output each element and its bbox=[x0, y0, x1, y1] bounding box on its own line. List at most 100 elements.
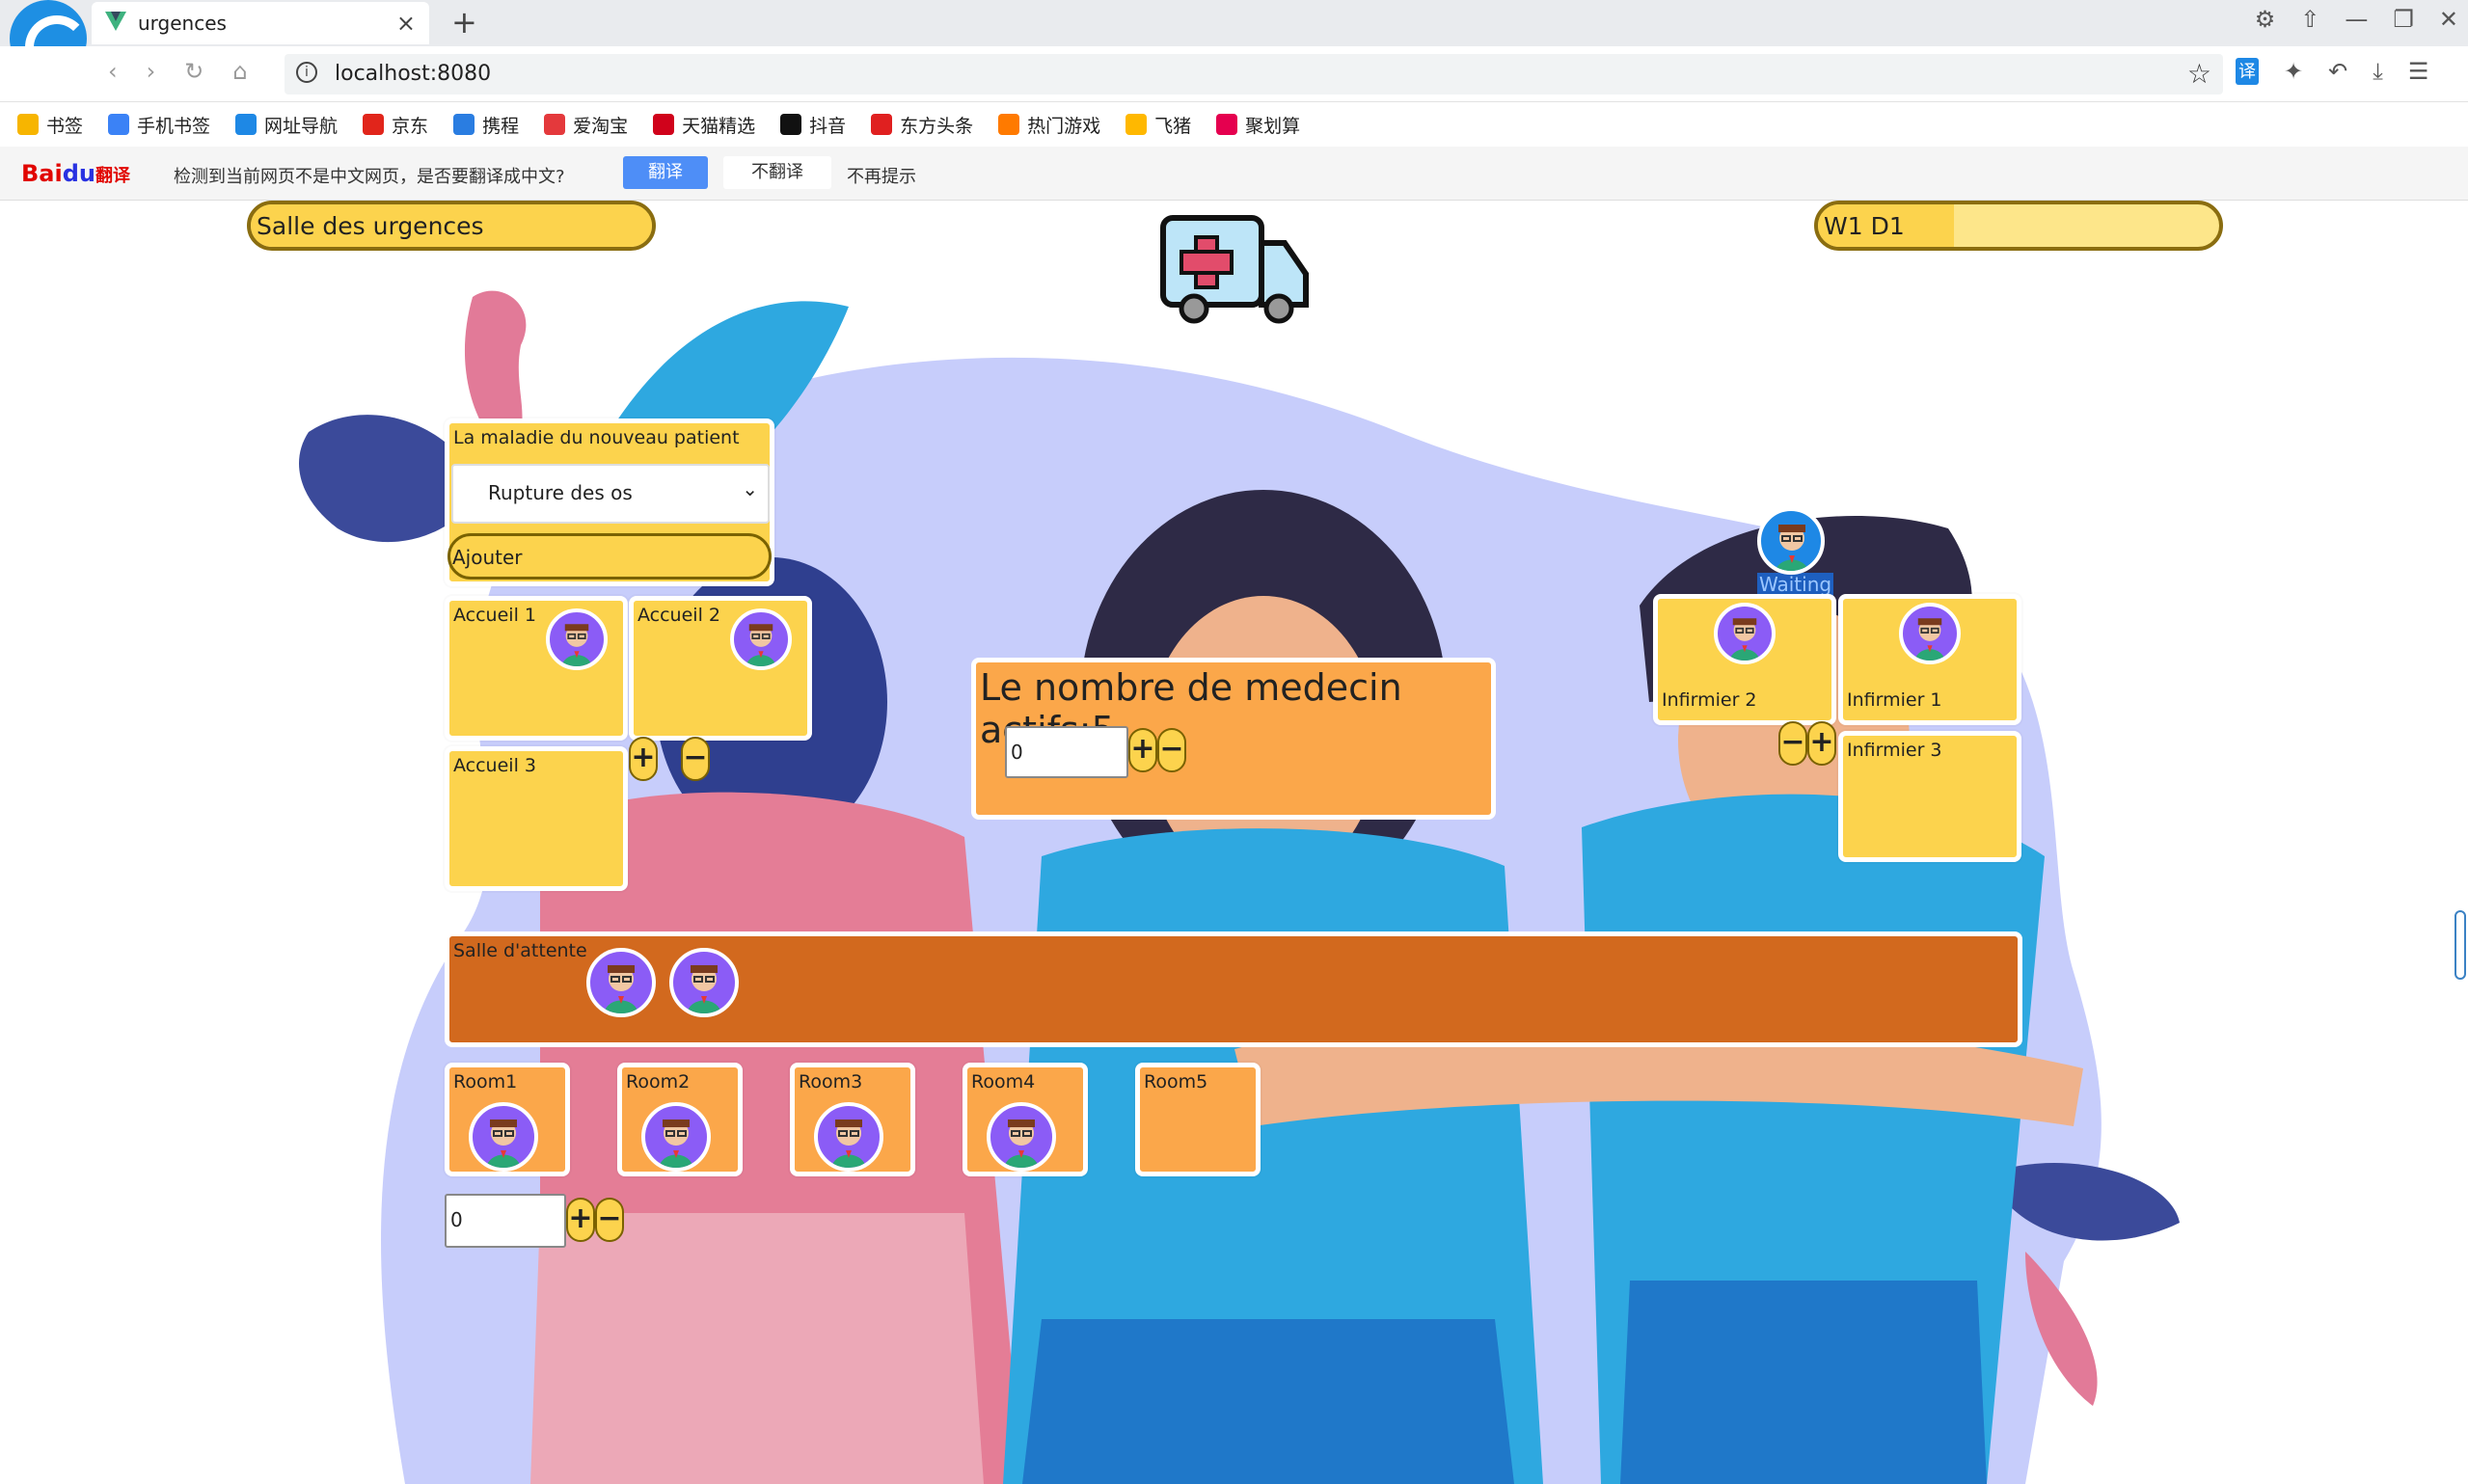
translate-extension-icon[interactable]: 译 bbox=[2236, 58, 2259, 85]
room-5-card[interactable]: Room5 bbox=[1135, 1063, 1261, 1176]
patient-avatar[interactable] bbox=[669, 948, 739, 1017]
bookmark-icon bbox=[1216, 114, 1238, 135]
doctor-face-icon bbox=[604, 965, 638, 1013]
bookmark-item[interactable]: 飞猪 bbox=[1126, 112, 1191, 138]
bookmark-item[interactable]: 手机书签 bbox=[108, 112, 210, 138]
bookmark-item[interactable]: 热门游戏 bbox=[998, 112, 1100, 138]
close-window-button[interactable]: ✕ bbox=[2439, 6, 2458, 33]
navigation-buttons: ‹ › ↻ ⌂ bbox=[108, 58, 248, 85]
doctor-face-icon bbox=[831, 1120, 866, 1168]
bookmark-item[interactable]: 爱淘宝 bbox=[544, 112, 628, 138]
doctors-minus-button[interactable]: − bbox=[1157, 728, 1186, 772]
bookmark-label: 爱淘宝 bbox=[573, 115, 629, 137]
room-3-card[interactable]: Room3 bbox=[790, 1063, 915, 1176]
bookmark-star-icon[interactable]: ☆ bbox=[2187, 58, 2211, 90]
bookmark-icon bbox=[235, 114, 258, 135]
scrollbar-thumb[interactable] bbox=[2454, 910, 2466, 980]
page-title: Salle des urgences bbox=[257, 212, 484, 240]
undo-icon[interactable]: ↶ bbox=[2328, 58, 2347, 85]
infirmier-3-card[interactable]: Infirmier 3 bbox=[1838, 731, 2021, 862]
home-icon[interactable]: ⌂ bbox=[232, 58, 247, 85]
room-5-label: Room5 bbox=[1144, 1071, 1208, 1093]
bookmark-icon bbox=[453, 114, 475, 135]
bookmark-item[interactable]: 携程 bbox=[453, 112, 519, 138]
week-day-label: W1 D1 bbox=[1824, 212, 1905, 240]
title-bar: Salle des urgences bbox=[247, 201, 656, 251]
rooms-plus-button[interactable]: + bbox=[566, 1198, 595, 1242]
bookmark-label: 东方头条 bbox=[900, 115, 974, 137]
infirmier-1-label: Infirmier 1 bbox=[1847, 689, 1942, 711]
doctors-plus-button[interactable]: + bbox=[1128, 728, 1157, 772]
doctor-face-icon bbox=[486, 1120, 521, 1168]
url-input[interactable]: i localhost:8080 ☆ bbox=[285, 54, 2223, 94]
browser-tab[interactable]: urgences × bbox=[92, 2, 429, 44]
bookmark-item[interactable]: 天猫精选 bbox=[653, 112, 755, 138]
bookmark-label: 手机书签 bbox=[137, 115, 211, 137]
accueil-1-card[interactable]: Accueil 1 bbox=[445, 596, 628, 741]
forward-icon[interactable]: › bbox=[147, 58, 156, 85]
rooms-count-input[interactable]: 0 bbox=[445, 1194, 566, 1248]
bookmark-label: 聚划算 bbox=[1245, 115, 1301, 137]
disease-select[interactable]: Rupture des os ⌄ bbox=[451, 464, 770, 524]
room-4-card[interactable]: Room4 bbox=[963, 1063, 1088, 1176]
download-icon[interactable]: ⤓ bbox=[2373, 58, 2383, 85]
url-text: localhost:8080 bbox=[335, 62, 492, 86]
translate-button[interactable]: 翻译 bbox=[623, 156, 708, 189]
infirmier-plus-button[interactable]: + bbox=[1807, 721, 1836, 766]
accueil-3-card[interactable]: Accueil 3 bbox=[445, 746, 628, 891]
reload-icon[interactable]: ↻ bbox=[184, 58, 203, 85]
bookmark-icon bbox=[998, 114, 1020, 135]
no-translate-button[interactable]: 不翻译 bbox=[723, 156, 831, 189]
bookmark-icon bbox=[871, 114, 893, 135]
never-show-button[interactable]: 不再提示 bbox=[847, 163, 916, 188]
infirmier-2-label: Infirmier 2 bbox=[1662, 689, 1757, 711]
bookmark-icon bbox=[17, 114, 39, 135]
add-patient-label: Ajouter bbox=[452, 546, 523, 569]
infirmier-2-card[interactable]: Infirmier 2 bbox=[1653, 594, 1836, 725]
menu-icon[interactable]: ☰ bbox=[2408, 58, 2429, 85]
extension-icons: 译 ✦ ↶ ⤓ ☰ bbox=[2236, 58, 2428, 85]
accueil-2-card[interactable]: Accueil 2 bbox=[629, 596, 812, 741]
room-2-card[interactable]: Room2 bbox=[617, 1063, 743, 1176]
bookmark-item[interactable]: 网址导航 bbox=[235, 112, 338, 138]
browser-settings-icon[interactable]: ⚙ bbox=[2255, 6, 2276, 33]
bookmark-item[interactable]: 书签 bbox=[17, 112, 83, 138]
bookmark-item[interactable]: 聚划算 bbox=[1216, 112, 1300, 138]
bookmark-icon bbox=[108, 114, 130, 135]
room-1-card[interactable]: Room1 bbox=[445, 1063, 570, 1176]
rooms-minus-button[interactable]: − bbox=[595, 1198, 624, 1242]
bookmark-label: 书签 bbox=[46, 115, 84, 137]
bookmark-icon bbox=[1126, 114, 1148, 135]
right-nurse-pants bbox=[1620, 1281, 1987, 1484]
minimize-button[interactable]: — bbox=[2345, 6, 2368, 33]
new-tab-button[interactable]: + bbox=[451, 4, 477, 40]
bookmark-icon bbox=[544, 114, 566, 135]
infirmier-1-card[interactable]: Infirmier 1 bbox=[1838, 594, 2021, 725]
bookmark-label: 京东 bbox=[392, 115, 429, 137]
translate-bar: Baidu翻译 检测到当前网页不是中文网页，是否要翻译成中文? 翻译 不翻译 不… bbox=[0, 147, 2468, 201]
doctors-count-input[interactable]: 0 bbox=[1005, 726, 1128, 778]
accueil-3-label: Accueil 3 bbox=[453, 755, 536, 776]
bookmark-item[interactable]: 抖音 bbox=[780, 112, 846, 138]
browser-skin-icon[interactable]: ⇧ bbox=[2300, 6, 2319, 33]
waiting-room-label: Salle d'attente bbox=[453, 940, 587, 961]
infirmier-minus-button[interactable]: − bbox=[1778, 721, 1807, 766]
disease-selected-value: Rupture des os bbox=[488, 481, 633, 504]
translate-message: 检测到当前网页不是中文网页，是否要翻译成中文? bbox=[174, 167, 565, 187]
doctor-face-icon bbox=[746, 624, 776, 666]
patient-avatar bbox=[641, 1102, 711, 1172]
accueil-plus-button[interactable]: + bbox=[629, 737, 658, 781]
bookmark-item[interactable]: 东方头条 bbox=[871, 112, 973, 138]
tab-close-icon[interactable]: × bbox=[396, 10, 416, 37]
patient-avatar bbox=[469, 1102, 538, 1172]
baidu-translate-logo: Baidu翻译 bbox=[21, 160, 130, 187]
background-illustration bbox=[299, 290, 2180, 1484]
restore-button[interactable]: ❐ bbox=[2393, 6, 2414, 33]
extensions-icon[interactable]: ✦ bbox=[2284, 58, 2303, 85]
add-patient-button[interactable]: Ajouter bbox=[447, 533, 772, 580]
site-info-icon[interactable]: i bbox=[296, 62, 317, 83]
patient-avatar[interactable] bbox=[586, 948, 656, 1017]
back-icon[interactable]: ‹ bbox=[108, 58, 118, 85]
bookmark-item[interactable]: 京东 bbox=[363, 112, 428, 138]
accueil-minus-button[interactable]: − bbox=[681, 737, 710, 781]
